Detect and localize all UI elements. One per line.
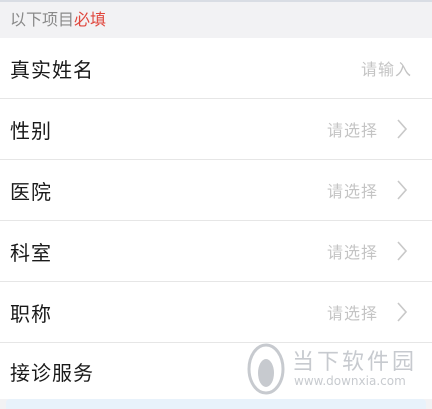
title-right: 请选择 <box>327 300 412 324</box>
form-row-gender[interactable]: 性别 请选择 <box>0 99 432 160</box>
chevron-right-icon <box>392 117 412 141</box>
chevron-right-icon <box>392 178 412 202</box>
form-row-department[interactable]: 科室 请选择 <box>0 221 432 282</box>
department-right: 请选择 <box>327 239 412 263</box>
form-row-hospital[interactable]: 医院 请选择 <box>0 160 432 221</box>
hospital-select-value[interactable]: 请选择 <box>327 178 378 202</box>
real-name-input[interactable]: 请输入 <box>361 56 412 80</box>
section-header-prefix: 以下项目 <box>10 10 75 29</box>
hospital-label: 医院 <box>10 179 52 204</box>
bottom-panel-edge <box>6 399 426 409</box>
chevron-right-icon <box>392 300 412 324</box>
gender-label: 性别 <box>10 118 52 143</box>
hospital-right: 请选择 <box>327 178 412 202</box>
form-row-consultation-service[interactable]: 接诊服务 <box>0 343 432 399</box>
department-label: 科室 <box>10 240 52 265</box>
form-row-real-name[interactable]: 真实姓名 请输入 <box>0 38 432 99</box>
title-label: 职称 <box>10 301 52 326</box>
title-select-value[interactable]: 请选择 <box>327 300 378 324</box>
consultation-service-label: 接诊服务 <box>10 360 94 385</box>
department-select-value[interactable]: 请选择 <box>327 239 378 263</box>
section-header: 以下项目必填 <box>0 2 432 38</box>
gender-select-value[interactable]: 请选择 <box>327 117 378 141</box>
form-row-title[interactable]: 职称 请选择 <box>0 282 432 343</box>
chevron-right-icon <box>392 239 412 263</box>
real-name-right: 请输入 <box>361 56 412 80</box>
real-name-label: 真实姓名 <box>10 57 94 82</box>
gender-right: 请选择 <box>327 117 412 141</box>
section-header-required: 必填 <box>74 10 107 29</box>
form-list: 真实姓名 请输入 性别 请选择 医院 请选择 科室 请选择 职称 请选择 接诊服… <box>0 38 432 399</box>
